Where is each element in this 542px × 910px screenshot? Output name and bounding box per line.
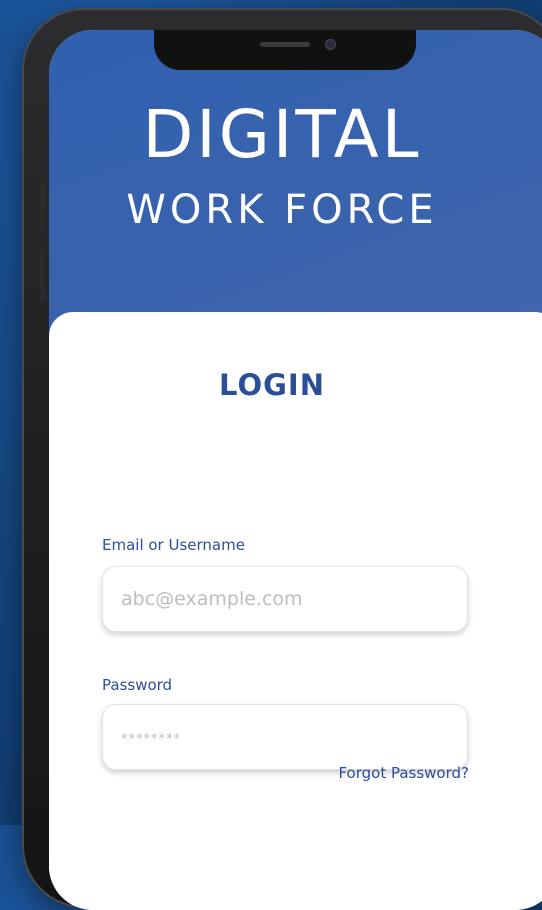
login-card: LOGIN Email or Username Password Forgot … [49,312,542,910]
password-field[interactable] [102,704,468,770]
forgot-password-link[interactable]: Forgot Password? [49,764,469,782]
phone-notch [154,30,416,70]
phone-screen: DIGITAL WORK FORCE LOGIN Email or Userna… [49,30,542,910]
brand-title-line2: WORK FORCE [126,187,438,233]
mute-switch [40,126,45,152]
app-header: DIGITAL WORK FORCE [49,30,542,340]
brand-title-line1: DIGITAL [142,96,422,173]
volume-down-button [40,246,45,302]
login-title: LOGIN [219,368,325,402]
password-label: Password [102,676,173,694]
volume-up-button [40,176,45,232]
email-field[interactable] [102,566,468,632]
front-camera [325,39,336,50]
speaker-grille [260,42,310,47]
email-label: Email or Username [102,536,245,554]
